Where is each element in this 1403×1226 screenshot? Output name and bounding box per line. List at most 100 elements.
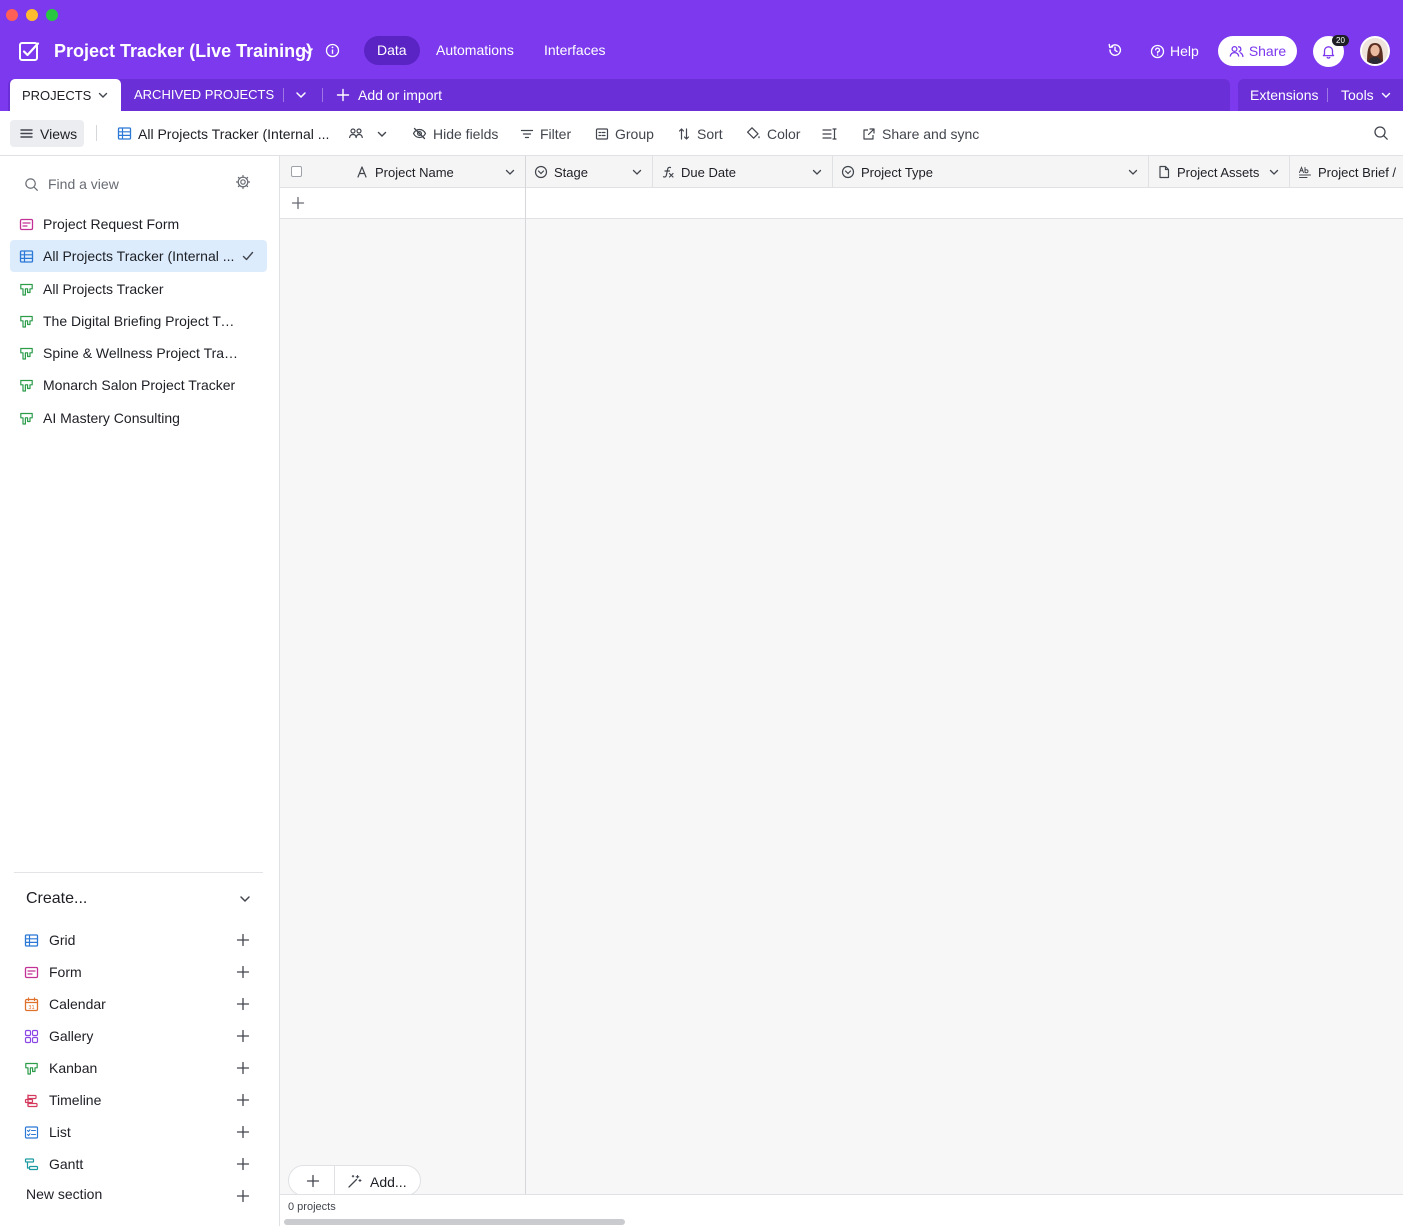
divider <box>322 88 323 102</box>
plus-icon[interactable] <box>236 1125 250 1139</box>
color-label: Color <box>767 125 801 142</box>
sort-button[interactable]: Sort <box>677 120 723 147</box>
chevron-down-icon[interactable] <box>811 166 823 178</box>
chevron-down-icon[interactable] <box>504 166 516 178</box>
grid-icon <box>19 249 34 263</box>
group-button[interactable]: Group <box>595 120 654 147</box>
create-grid-view[interactable]: Grid <box>24 929 256 951</box>
window-zoom-button[interactable] <box>46 9 58 21</box>
create-item-label: Grid <box>49 932 76 948</box>
avatar[interactable] <box>1360 36 1390 66</box>
column-header-project-assets[interactable]: Project Assets <box>1149 156 1290 188</box>
chevron-down-icon[interactable] <box>631 166 643 178</box>
tab-data[interactable]: Data <box>364 36 420 65</box>
records-grid: Project Name Stage Due Date Project Type <box>280 156 1403 1226</box>
plus-icon[interactable] <box>236 1157 250 1171</box>
sort-icon <box>678 127 690 140</box>
help-button[interactable]: Help <box>1150 40 1199 62</box>
long-text-icon <box>1299 166 1311 178</box>
create-calendar-view[interactable]: 31 Calendar <box>24 993 256 1015</box>
filter-button[interactable]: Filter <box>520 120 571 147</box>
base-checkbox-icon[interactable] <box>18 40 40 62</box>
chevron-down-icon[interactable] <box>376 128 388 140</box>
share-button[interactable]: Share <box>1218 36 1297 66</box>
hide-fields-button[interactable]: Hide fields <box>412 120 498 147</box>
find-view-input[interactable]: Find a view <box>24 174 254 194</box>
chevron-down-icon[interactable] <box>97 89 109 101</box>
plus-icon[interactable] <box>236 1093 250 1107</box>
row-height-button[interactable] <box>822 120 837 147</box>
sidebar-view-label: AI Mastery Consulting <box>43 410 180 426</box>
column-header-project-name[interactable]: Project Name <box>347 156 526 188</box>
sidebar-view-label: Project Request Form <box>43 216 180 232</box>
collaborative-view-button[interactable] <box>348 120 388 147</box>
tab-interfaces[interactable]: Interfaces <box>531 36 618 65</box>
create-gallery-view[interactable]: Gallery <box>24 1025 256 1047</box>
create-kanban-view[interactable]: Kanban <box>24 1057 256 1079</box>
history-icon[interactable] <box>1107 42 1123 58</box>
sidebar-view-all-projects-tracker-internal[interactable]: All Projects Tracker (Internal ... <box>10 240 267 272</box>
table-tabs-bar: PROJECTS ARCHIVED PROJECTS Add or import… <box>0 79 1403 111</box>
sidebar-view-project-request-form[interactable]: Project Request Form <box>10 208 267 240</box>
filter-label: Filter <box>540 125 572 142</box>
table-tab-archived-projects[interactable]: ARCHIVED PROJECTS <box>134 79 274 111</box>
column-header-project-type[interactable]: Project Type <box>833 156 1149 188</box>
plus-icon[interactable] <box>236 1189 250 1203</box>
chevron-down-icon[interactable] <box>301 44 315 58</box>
extensions-button[interactable]: Extensions <box>1250 79 1318 111</box>
new-section-button[interactable]: New section <box>26 1186 102 1202</box>
views-toggle-button[interactable]: Views <box>10 120 84 147</box>
add-or-import-button[interactable]: Add or import <box>336 79 442 111</box>
share-and-sync-button[interactable]: Share and sync <box>862 120 979 147</box>
window-minimize-button[interactable] <box>26 9 38 21</box>
chevron-down-icon[interactable] <box>294 88 308 102</box>
calendar-icon: 31 <box>24 996 39 1011</box>
column-header-label: Project Name <box>375 164 454 180</box>
plus-icon[interactable] <box>236 1061 250 1075</box>
color-button[interactable]: Color <box>746 120 800 147</box>
table-tab-label: PROJECTS <box>22 87 92 103</box>
plus-icon[interactable] <box>236 997 250 1011</box>
window-close-button[interactable] <box>6 9 18 21</box>
sidebar-view-ai-mastery-consulting[interactable]: AI Mastery Consulting <box>10 402 267 434</box>
create-timeline-view[interactable]: Timeline <box>24 1089 256 1111</box>
plus-icon[interactable] <box>306 1174 320 1188</box>
column-header-due-date[interactable]: Due Date <box>653 156 833 188</box>
current-view-button[interactable]: All Projects Tracker (Internal ... <box>117 120 329 147</box>
tools-label: Tools <box>1341 87 1374 103</box>
sidebar-view-spine-wellness-tracker[interactable]: Spine & Wellness Project Tracker <box>10 337 267 369</box>
tab-automations[interactable]: Automations <box>423 36 527 65</box>
search-icon[interactable] <box>1373 125 1389 141</box>
form-icon <box>24 966 39 978</box>
add-with-ai-button[interactable]: Add... <box>347 1166 407 1197</box>
add-record-row[interactable] <box>280 188 1403 219</box>
create-gantt-view[interactable]: Gantt <box>24 1153 256 1175</box>
create-section-toggle[interactable]: Create... <box>26 890 87 908</box>
chevron-down-icon[interactable] <box>1268 166 1280 178</box>
column-header-project-brief[interactable]: Project Brief / <box>1290 156 1403 188</box>
table-tab-projects[interactable]: PROJECTS <box>10 79 121 111</box>
sidebar-view-all-projects-tracker[interactable]: All Projects Tracker <box>10 273 267 305</box>
base-title[interactable]: Project Tracker (Live Training) <box>54 40 312 62</box>
magic-wand-icon <box>348 1174 362 1188</box>
attachment-file-icon <box>1159 165 1170 179</box>
sidebar-view-digital-briefing-tracker[interactable]: The Digital Briefing Project Tracker <box>10 305 267 337</box>
create-list-view[interactable]: List <box>24 1121 256 1143</box>
horizontal-scrollbar[interactable] <box>284 1219 625 1225</box>
create-form-view[interactable]: Form <box>24 961 256 983</box>
chevron-down-icon[interactable] <box>1127 166 1139 178</box>
sidebar-view-label: Spine & Wellness Project Tracker <box>43 345 239 361</box>
gear-icon[interactable] <box>235 174 251 190</box>
chevron-down-icon[interactable] <box>238 892 252 906</box>
plus-icon[interactable] <box>291 196 305 210</box>
column-header-stage[interactable]: Stage <box>526 156 653 188</box>
plus-icon[interactable] <box>236 933 250 947</box>
plus-icon[interactable] <box>236 965 250 979</box>
plus-icon[interactable] <box>236 1029 250 1043</box>
sort-label: Sort <box>697 125 723 142</box>
info-icon[interactable] <box>325 43 340 58</box>
sidebar-view-monarch-salon-tracker[interactable]: Monarch Salon Project Tracker <box>10 369 267 401</box>
chevron-down-icon <box>1381 92 1390 98</box>
tools-button[interactable]: Tools <box>1341 79 1392 111</box>
select-all-checkbox[interactable] <box>291 166 302 177</box>
